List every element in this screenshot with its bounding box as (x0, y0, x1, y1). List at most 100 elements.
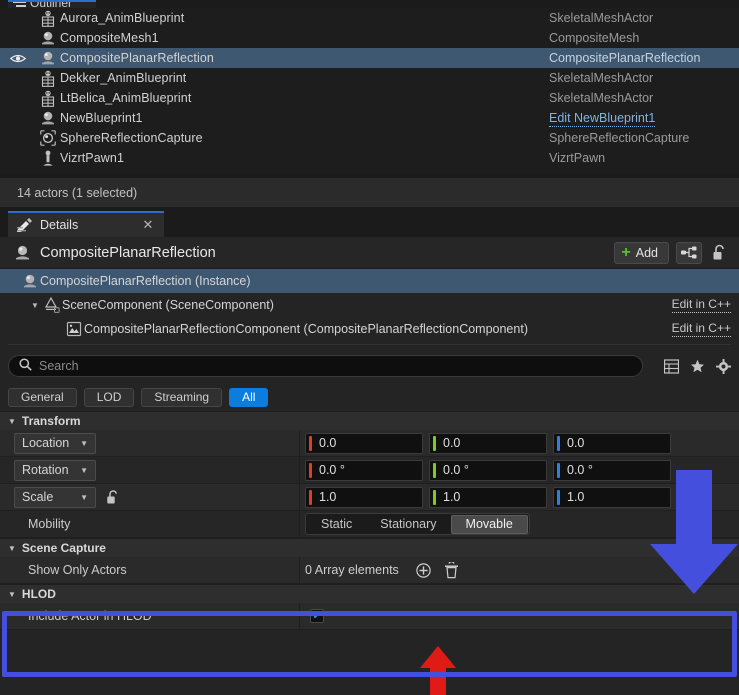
component-tree-row[interactable]: ▼SceneComponent (SceneComponent)Edit in … (0, 293, 739, 317)
property-dropdown-rotation[interactable]: Rotation▼ (14, 460, 96, 481)
reflection-capture-icon (36, 128, 60, 148)
vector-input-x[interactable]: 0.0 (305, 433, 423, 454)
chevron-down-icon[interactable]: ▼ (28, 301, 42, 310)
close-icon[interactable]: ✕ (140, 217, 156, 233)
outliner-row-name: VizrtPawn1 (60, 151, 549, 165)
vector-input-z[interactable]: 0.0 (553, 433, 671, 454)
table-view-icon[interactable] (664, 359, 679, 374)
outliner-row-name: Aurora_AnimBlueprint (60, 11, 549, 25)
section-header-scene-capture[interactable]: ▼Scene Capture (0, 538, 739, 557)
property-label: Location▼ (0, 430, 300, 456)
vector-input-y[interactable]: 1.0 (429, 487, 547, 508)
details-header: CompositePlanarReflection + Add (0, 237, 739, 269)
outliner-row-type: SkeletalMeshActor (549, 91, 739, 105)
search-input[interactable]: Search (8, 355, 643, 377)
property-sections: ▼TransformLocation▼0.00.00.0Rotation▼0.0… (0, 411, 739, 630)
property-label: Rotation▼ (0, 457, 300, 483)
add-element-icon[interactable] (415, 562, 432, 579)
unlock-icon[interactable] (709, 242, 729, 264)
divider (8, 344, 731, 345)
axis-color-bar (309, 436, 312, 451)
tab-details[interactable]: Details ✕ (8, 211, 164, 237)
mesh-actor-icon (20, 273, 40, 289)
edit-in-cpp-link[interactable]: Edit in C++ (672, 321, 731, 337)
outliner-row-name: Dekker_AnimBlueprint (60, 71, 549, 85)
outliner-status-bar: 14 actors (1 selected) (0, 178, 739, 207)
section-header-transform[interactable]: ▼Transform (0, 411, 739, 430)
outliner-row[interactable]: LtBelica_AnimBlueprintSkeletalMeshActor (0, 88, 739, 108)
vector-input-x[interactable]: 1.0 (305, 487, 423, 508)
component-tree-row[interactable]: CompositePlanarReflectionComponent (Comp… (0, 317, 739, 341)
filter-button-lod[interactable]: LOD (84, 388, 135, 407)
component-label: CompositePlanarReflectionComponent (Comp… (84, 322, 528, 336)
outliner-row[interactable]: NewBlueprint1Edit NewBlueprint1 (0, 108, 739, 128)
delete-trash-icon[interactable] (444, 562, 459, 579)
chevron-down-icon: ▼ (80, 493, 88, 502)
outliner-row[interactable]: CompositeMesh1CompositeMesh (0, 28, 739, 48)
favorites-star-icon[interactable] (690, 359, 705, 374)
unreal-editor-screenshot: Outliner Aurora_AnimBlueprintSkeletalMes… (0, 0, 739, 695)
filter-button-all[interactable]: All (229, 388, 268, 407)
visibility-eye-icon[interactable] (0, 48, 36, 68)
visibility-eye-icon[interactable] (0, 148, 36, 168)
vector-input-y[interactable]: 0.0 ° (429, 460, 547, 481)
outliner-row-type: SkeletalMeshActor (549, 71, 739, 85)
include-in-hlod-checkbox[interactable]: ✔ (310, 609, 324, 623)
chevron-down-icon: ▼ (8, 590, 16, 599)
component-label: CompositePlanarReflection (Instance) (40, 274, 251, 288)
outliner-row[interactable]: VizrtPawn1VizrtPawn (0, 148, 739, 168)
edit-in-cpp-link[interactable]: Edit in C++ (672, 297, 731, 313)
array-element-count: 0 Array elements (305, 563, 399, 577)
mobility-option-movable[interactable]: Movable (451, 515, 528, 534)
outliner-edit-link[interactable]: Edit NewBlueprint1 (549, 111, 739, 125)
section-title: Transform (22, 414, 81, 428)
filter-button-streaming[interactable]: Streaming (141, 388, 222, 407)
visibility-eye-icon[interactable] (0, 108, 36, 128)
outliner-row[interactable]: Aurora_AnimBlueprintSkeletalMeshActor (0, 8, 739, 28)
settings-gear-icon[interactable] (716, 359, 731, 374)
vector-input-y[interactable]: 0.0 (429, 433, 547, 454)
property-value: StaticStationaryMovable (300, 511, 739, 537)
property-row: Show Only Actors0 Array elements (0, 557, 739, 584)
section-header-hlod[interactable]: ▼ HLOD (0, 584, 739, 603)
pawn-icon (36, 148, 60, 168)
blueprint-graph-icon[interactable] (676, 242, 702, 264)
visibility-eye-icon[interactable] (0, 68, 36, 88)
visibility-eye-icon[interactable] (0, 28, 36, 48)
details-panel: Details ✕ CompositePlanarReflection + Ad… (0, 211, 739, 695)
vector-input-z[interactable]: 0.0 ° (553, 460, 671, 481)
outliner-row[interactable]: SphereReflectionCaptureSphereReflectionC… (0, 128, 739, 148)
outliner-row[interactable]: Dekker_AnimBlueprintSkeletalMeshActor (0, 68, 739, 88)
mobility-option-static[interactable]: Static (307, 515, 366, 534)
property-value: 0.0 0.0 0.0 (300, 430, 739, 456)
outliner-row-type: SphereReflectionCapture (549, 131, 739, 145)
chevron-down-icon: ▼ (80, 466, 88, 475)
component-tree-row[interactable]: CompositePlanarReflection (Instance) (0, 269, 739, 293)
add-button-label: Add (636, 246, 658, 260)
property-dropdown-scale[interactable]: Scale▼ (14, 487, 96, 508)
search-right-icons (653, 359, 731, 374)
outliner-row-type: VizrtPawn (549, 151, 739, 165)
filter-button-general[interactable]: General (8, 388, 77, 407)
tab-outliner[interactable]: Outliner (8, 0, 96, 8)
details-pencil-icon (16, 217, 34, 233)
outliner-row-type: SkeletalMeshActor (549, 11, 739, 25)
property-dropdown-location[interactable]: Location▼ (14, 433, 96, 454)
visibility-eye-icon[interactable] (0, 88, 36, 108)
vector-input-x[interactable]: 0.0 ° (305, 460, 423, 481)
visibility-eye-icon[interactable] (0, 128, 36, 148)
vector-input-z[interactable]: 1.0 (553, 487, 671, 508)
outliner-row-type: CompositeMesh (549, 31, 739, 45)
edit-blueprint-link-label[interactable]: Edit NewBlueprint1 (549, 111, 655, 127)
property-row: Include Actor in HLOD✔ (0, 603, 739, 630)
mobility-option-stationary[interactable]: Stationary (366, 515, 450, 534)
mesh-actor-icon (14, 244, 36, 261)
vector-value: 0.0 (443, 436, 460, 450)
section-title: HLOD (22, 587, 56, 601)
dropdown-label: Location (22, 436, 69, 450)
add-component-button[interactable]: + Add (614, 242, 669, 264)
unlock-icon[interactable] (106, 489, 120, 505)
outliner-row[interactable]: CompositePlanarReflectionCompositePlanar… (0, 48, 739, 68)
visibility-eye-icon[interactable] (0, 8, 36, 28)
outliner-row-name: CompositeMesh1 (60, 31, 549, 45)
